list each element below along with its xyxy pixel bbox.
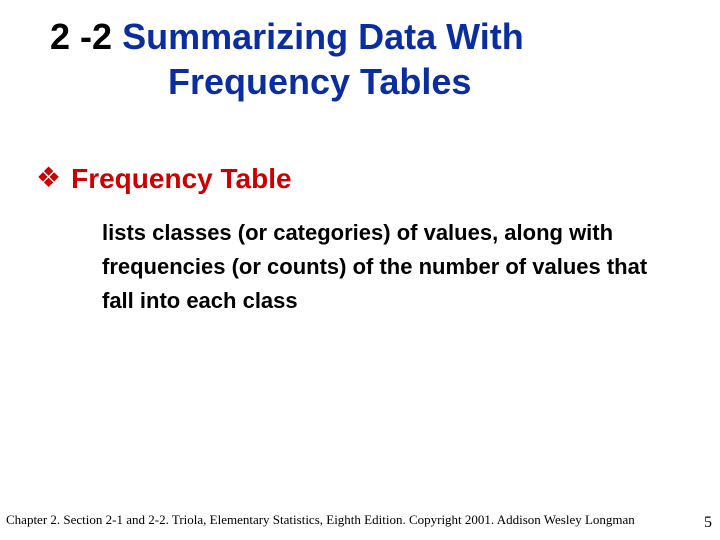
title-section-name-line1: Summarizing Data With: [122, 16, 524, 57]
slide: 2 -2 Summarizing Data With Frequency Tab…: [0, 0, 720, 540]
bullet-heading: Frequency Table: [71, 162, 291, 196]
footer-citation: Chapter 2. Section 2-1 and 2-2. Triola, …: [6, 512, 635, 528]
bullet-row: ❖ Frequency Table: [36, 162, 676, 196]
title-section-name-line2: Frequency Tables: [50, 59, 670, 104]
diamond-bullet-icon: ❖: [36, 164, 61, 192]
slide-title: 2 -2 Summarizing Data With Frequency Tab…: [50, 14, 670, 104]
page-number: 5: [704, 514, 712, 532]
body-text: lists classes (or categories) of values,…: [102, 216, 662, 318]
title-section-number: 2 -2: [50, 16, 112, 57]
